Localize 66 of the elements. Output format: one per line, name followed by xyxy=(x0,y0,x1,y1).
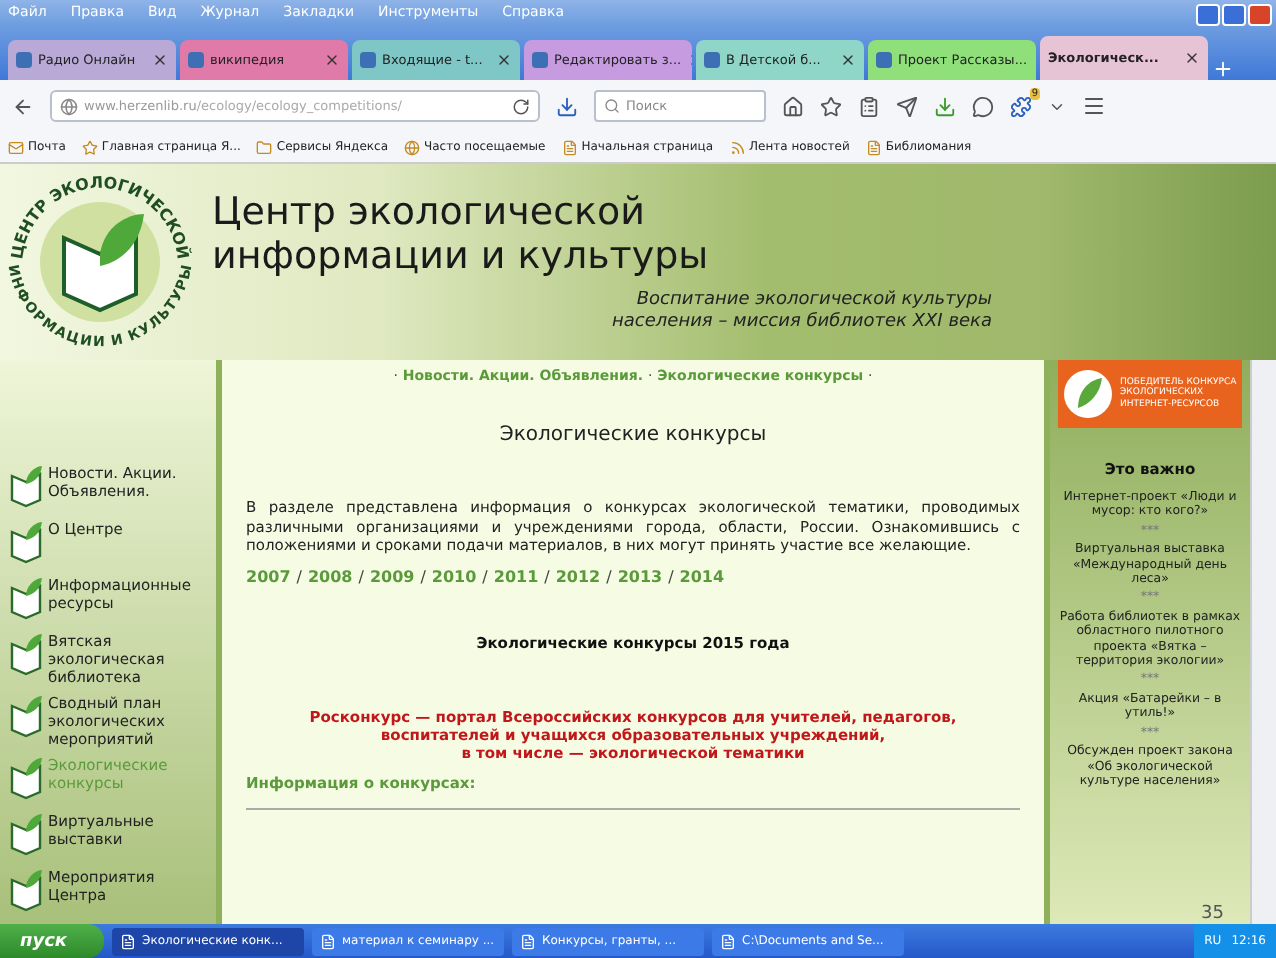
document-icon xyxy=(320,933,336,949)
year-separator: / xyxy=(606,567,612,585)
start-button[interactable]: пуск xyxy=(0,924,104,958)
scrollbar[interactable] xyxy=(1250,360,1276,924)
leaf-book-icon xyxy=(8,520,44,564)
year-separator: / xyxy=(296,567,302,585)
year-link[interactable]: 2007 xyxy=(246,567,291,585)
restore-button[interactable] xyxy=(1222,4,1246,26)
document-icon xyxy=(720,933,736,949)
document-icon xyxy=(120,933,136,949)
envelope-icon xyxy=(8,139,24,155)
site-motto: населения – миссия библиотек XXI века xyxy=(610,312,992,334)
reload-icon[interactable] xyxy=(512,97,530,115)
menu-icon[interactable] xyxy=(1082,94,1106,118)
globe-icon[interactable] xyxy=(60,97,78,115)
minimize-button[interactable] xyxy=(1196,4,1220,26)
leaf-logo-icon xyxy=(1062,368,1114,420)
slide-number: 35 xyxy=(1201,904,1224,924)
site-icon xyxy=(16,52,32,68)
document-icon xyxy=(520,933,536,949)
year-separator: / xyxy=(358,567,364,585)
send-icon[interactable] xyxy=(896,95,918,117)
leaf-book-icon xyxy=(8,756,44,800)
feed-icon xyxy=(729,139,745,155)
puzzle-icon[interactable] xyxy=(1010,95,1032,117)
year-separator: / xyxy=(544,567,550,585)
year-link[interactable]: 2008 xyxy=(307,567,353,585)
site-icon xyxy=(532,52,548,68)
site-icon xyxy=(188,52,204,68)
chat-icon[interactable] xyxy=(972,95,994,117)
close-button[interactable] xyxy=(1248,4,1272,26)
back-icon[interactable] xyxy=(12,95,34,117)
folder-icon xyxy=(256,139,273,155)
search-icon[interactable] xyxy=(604,98,620,114)
site-icon xyxy=(704,52,720,68)
home-icon[interactable] xyxy=(782,95,804,117)
page-heading: Экологические конкурсы xyxy=(497,424,769,446)
year-separator: / xyxy=(482,567,488,585)
document-icon xyxy=(561,139,578,155)
year-separator: / xyxy=(668,567,674,585)
globe-icon xyxy=(404,139,420,155)
document-icon xyxy=(865,139,882,155)
star-icon[interactable] xyxy=(820,95,842,117)
star-icon xyxy=(81,139,98,155)
year-link[interactable]: 2009 xyxy=(369,567,415,585)
year-link[interactable]: 2012 xyxy=(555,567,601,585)
site-title: Центр экологической xyxy=(212,190,647,234)
new-tab-icon[interactable] xyxy=(1212,58,1234,80)
clipboard-icon[interactable] xyxy=(858,95,880,117)
site-icon xyxy=(876,52,892,68)
leaf-book-icon xyxy=(8,632,44,676)
leaf-book-icon xyxy=(8,812,44,856)
leaf-book-icon xyxy=(8,576,44,620)
year-link[interactable]: 2014 xyxy=(679,567,725,585)
leaf-book-icon xyxy=(8,694,44,738)
site-motto: Воспитание экологической культуры xyxy=(634,290,992,312)
leaf-book-icon xyxy=(8,464,44,508)
download-icon[interactable] xyxy=(934,95,956,117)
site-title: информации и культуры xyxy=(212,234,711,278)
leaf-book-icon xyxy=(8,868,44,912)
year-separator: / xyxy=(420,567,426,585)
download-icon[interactable] xyxy=(556,95,578,117)
year-link[interactable]: 2013 xyxy=(617,567,663,585)
year-link[interactable]: 2011 xyxy=(493,567,539,585)
site-icon xyxy=(360,52,376,68)
year-link[interactable]: 2010 xyxy=(431,567,477,585)
